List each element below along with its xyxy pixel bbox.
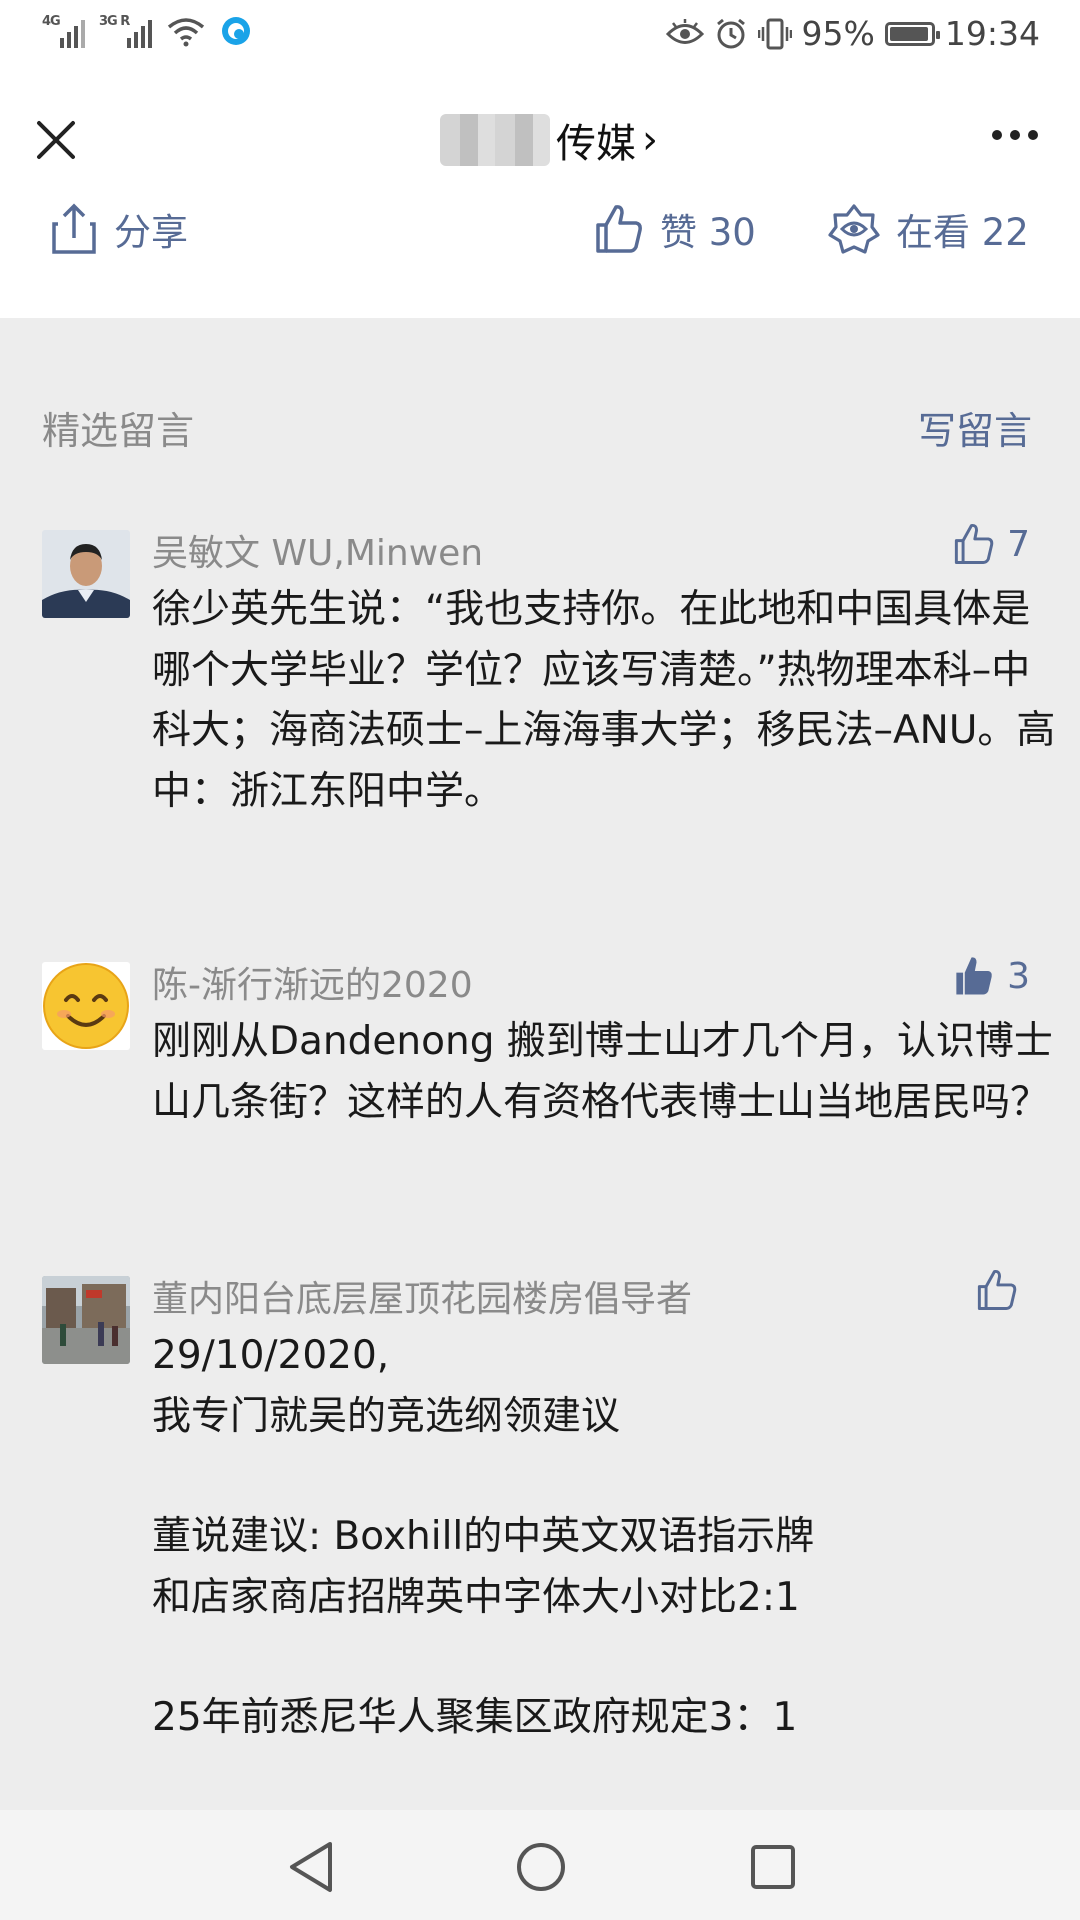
comment-text: 29/10/2020, 我专门就吴的竞选纲领建议 董说建议: Boxhill的中… [152, 1326, 1062, 1749]
comment-author[interactable]: 陈-渐行渐远的2020 [152, 956, 473, 1008]
thumbs-up-icon [596, 205, 642, 253]
battery-percent: 95% [801, 14, 875, 53]
status-right: 95% 19:34 [665, 14, 1040, 53]
signal-4g-label: 4G [42, 14, 61, 29]
watching-label: 在看 22 [896, 211, 1029, 254]
comment-line: 我专门就吴的竞选纲领建议 [152, 1393, 621, 1439]
system-nav-bar [0, 1810, 1080, 1920]
status-left: 4G 3G R [42, 14, 252, 48]
share-icon [52, 203, 96, 254]
comment-like-count: 7 [1007, 523, 1030, 565]
comment-line: 董说建议: Boxhill的中英文双语指示牌 [152, 1514, 815, 1559]
avatar[interactable] [42, 530, 130, 618]
watching-button[interactable]: 在看 22 [828, 202, 1029, 256]
eye-comfort-icon [665, 18, 704, 44]
comment-author[interactable]: 董内阳台底层屋顶花园楼房倡导者 [152, 1270, 692, 1322]
thumbs-up-icon [954, 523, 994, 564]
avatar[interactable] [42, 1276, 130, 1364]
alarm-icon [716, 18, 745, 48]
comment-author[interactable]: 吴敏文 WU,Minwen [152, 524, 483, 576]
like-label: 赞 30 [660, 211, 756, 254]
chevron-right-icon: › [642, 117, 658, 163]
like-button[interactable]: 赞 30 [594, 202, 756, 256]
comment-line: 25年前悉尼华人聚集区政府规定3：1 [152, 1695, 798, 1740]
featured-comments-title: 精选留言 [42, 409, 195, 453]
comment-like-count: 3 [1007, 955, 1030, 997]
signal-4g-icon: 4G [42, 14, 85, 48]
comment-line: 29/10/2020, [152, 1333, 390, 1378]
comment-line: 徐少英先生说：“我也支持你。在此地和中国具体是哪个大学毕业？学位？应该写清楚。”… [152, 587, 1056, 814]
status-bar: 4G 3G R 95% 19:34 [0, 0, 1080, 76]
recent-apps-icon[interactable] [748, 1840, 798, 1894]
watching-icon [828, 204, 880, 254]
blurred-account-name [440, 114, 550, 166]
avatar[interactable] [42, 962, 130, 1050]
thumbs-up-icon [977, 1269, 1017, 1310]
comment-line: 刚刚从Dandenong 搬到博士山才几个月，认识博士山几条街？这样的人有资格代… [152, 1019, 1053, 1125]
account-title[interactable]: 传媒 › [440, 110, 658, 170]
comment-like-button[interactable] [976, 1268, 1030, 1312]
home-icon[interactable] [516, 1840, 566, 1894]
comment-line: 和店家商店招牌英中字体大小对比2:1 [152, 1574, 800, 1620]
comment-text: 刚刚从Dandenong 搬到博士山才几个月，认识博士山几条街？这样的人有资格代… [152, 1012, 1062, 1133]
share-label: 分享 [114, 211, 188, 254]
clock: 19:34 [944, 14, 1040, 53]
article-actions: 分享 赞 30 在看 22 [0, 196, 1080, 266]
signal-3g-icon: 3G R [99, 14, 152, 48]
close-icon[interactable] [34, 118, 78, 162]
app-notification-icon [222, 17, 250, 45]
comment-text: 徐少英先生说：“我也支持你。在此地和中国具体是哪个大学毕业？学位？应该写清楚。”… [152, 580, 1062, 822]
back-icon[interactable] [286, 1840, 336, 1894]
title-suffix: 传媒 [556, 121, 636, 167]
signal-3g-label: 3G R [99, 14, 130, 29]
wifi-icon [167, 18, 205, 47]
thumbs-up-filled-icon [956, 957, 992, 995]
comment-like-button[interactable]: 3 [953, 954, 1030, 998]
battery-icon [884, 21, 940, 46]
comment-like-button[interactable]: 7 [953, 522, 1030, 566]
share-button[interactable]: 分享 [50, 202, 188, 256]
vibrate-icon [757, 18, 792, 49]
write-comment-button[interactable]: 写留言 [918, 400, 1032, 455]
more-icon[interactable] [992, 130, 1038, 140]
title-bar: 传媒 › [0, 90, 1080, 190]
